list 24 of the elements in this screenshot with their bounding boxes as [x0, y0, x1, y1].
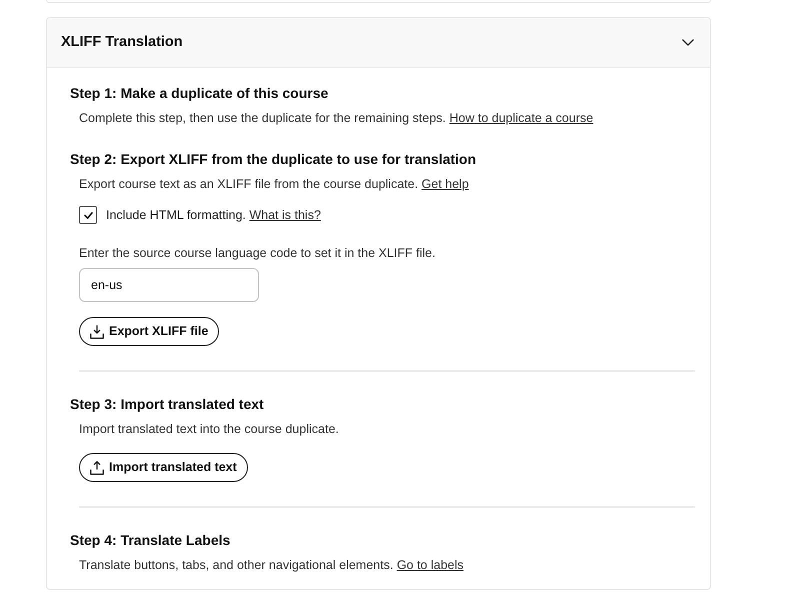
step-heading: Step 2: Export XLIFF from the duplicate to use for translation: [70, 150, 478, 169]
help-link[interactable]: Go to labels: [396, 558, 464, 572]
step-heading: Step 1: Make a duplicate of this course: [70, 84, 330, 103]
step-heading: Step 3: Import translated text: [70, 395, 265, 414]
chevron-icon: [682, 39, 694, 46]
checkmark-icon: [84, 212, 92, 218]
language-code-field[interactable]: en-us: [79, 268, 259, 302]
export-button[interactable]: Export XLIFF file: [79, 317, 220, 346]
section-header[interactable]: XLIFF Translation: [47, 18, 710, 68]
section-title: XLIFF Translation: [61, 32, 183, 52]
upload-icon: [90, 460, 104, 474]
step-description: Complete this step, then use the duplicate for the remaining steps. How to duplicate a course: [79, 110, 594, 127]
step-description: Export course text as an XLIFF file from the course duplicate. Get help: [79, 176, 470, 193]
help-link[interactable]: How to duplicate a course: [449, 111, 594, 125]
download-icon: [90, 324, 104, 338]
step-description: Translate buttons, tabs, and other navigational elements. Go to labels: [79, 557, 465, 574]
checkbox-label: Include HTML formatting. What is this?: [106, 207, 321, 224]
step-heading: Step 4: Translate Labels: [70, 531, 232, 550]
help-link[interactable]: What is this?: [249, 208, 321, 222]
import-button[interactable]: Import translated text: [79, 453, 248, 482]
field-label: Enter the source course language code to set it in the XLIFF file.: [79, 245, 436, 262]
step-description: Import translated text into the course duplicate.: [79, 421, 340, 438]
help-link[interactable]: Get help: [422, 177, 469, 191]
checkbox[interactable]: [79, 206, 97, 224]
